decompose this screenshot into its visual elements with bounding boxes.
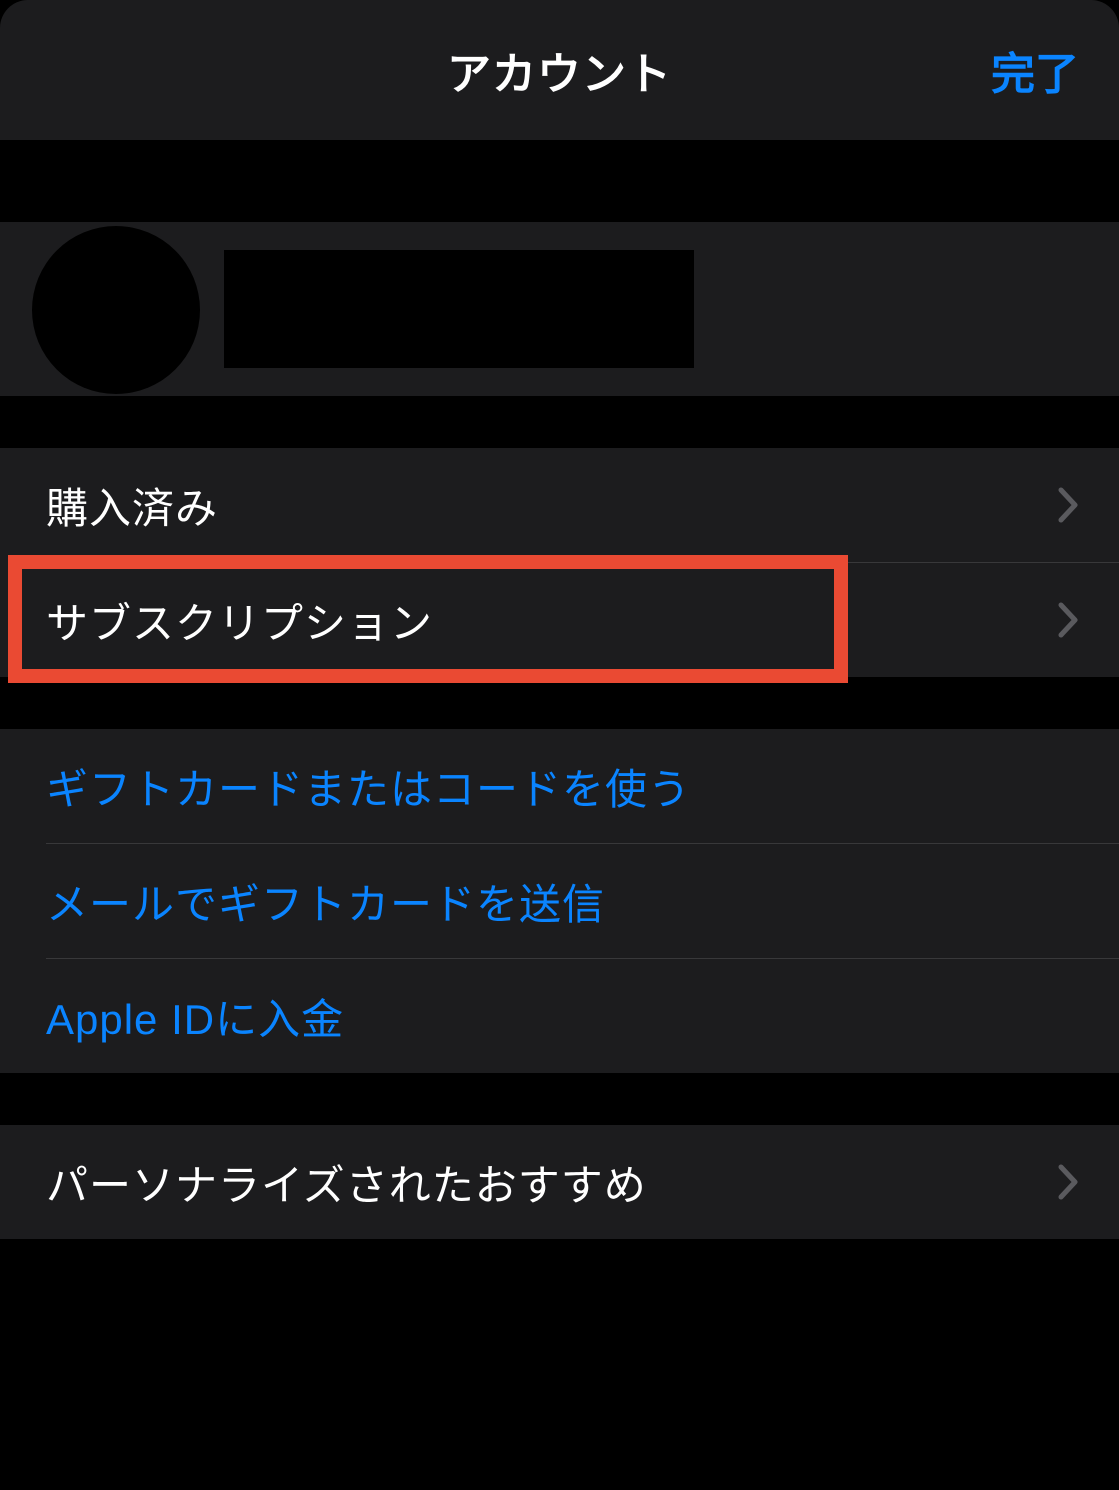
user-name-redacted	[224, 250, 694, 368]
section-gap	[0, 1073, 1119, 1125]
subscriptions-label: サブスクリプション	[46, 590, 433, 651]
avatar	[32, 226, 200, 394]
subscriptions-row[interactable]: サブスクリプション	[0, 563, 1119, 677]
add-funds-row[interactable]: Apple IDに入金	[0, 959, 1119, 1073]
page-title: アカウント	[447, 38, 672, 102]
send-gift-card-row[interactable]: メールでギフトカードを送信	[0, 844, 1119, 958]
send-gift-card-label: メールでギフトカードを送信	[46, 871, 605, 932]
profile-row[interactable]	[0, 222, 1119, 396]
section-purchases: 購入済み サブスクリプション	[0, 448, 1119, 677]
chevron-right-icon	[1057, 1163, 1079, 1201]
section-gap	[0, 677, 1119, 729]
purchased-row[interactable]: 購入済み	[0, 448, 1119, 562]
purchased-label: 購入済み	[46, 475, 218, 536]
chevron-right-icon	[1057, 486, 1079, 524]
modal-header: アカウント 完了	[0, 0, 1119, 140]
section-gift-funds: ギフトカードまたはコードを使う メールでギフトカードを送信 Apple IDに入…	[0, 729, 1119, 1073]
done-button[interactable]: 完了	[991, 38, 1079, 102]
personalized-recommendations-label: パーソナライズされたおすすめ	[46, 1152, 647, 1213]
section-gap	[0, 140, 1119, 222]
add-funds-label: Apple IDに入金	[46, 986, 344, 1047]
personalized-recommendations-row[interactable]: パーソナライズされたおすすめ	[0, 1125, 1119, 1239]
chevron-right-icon	[1057, 601, 1079, 639]
redeem-gift-card-label: ギフトカードまたはコードを使う	[46, 756, 691, 817]
section-gap	[0, 396, 1119, 448]
redeem-gift-card-row[interactable]: ギフトカードまたはコードを使う	[0, 729, 1119, 843]
